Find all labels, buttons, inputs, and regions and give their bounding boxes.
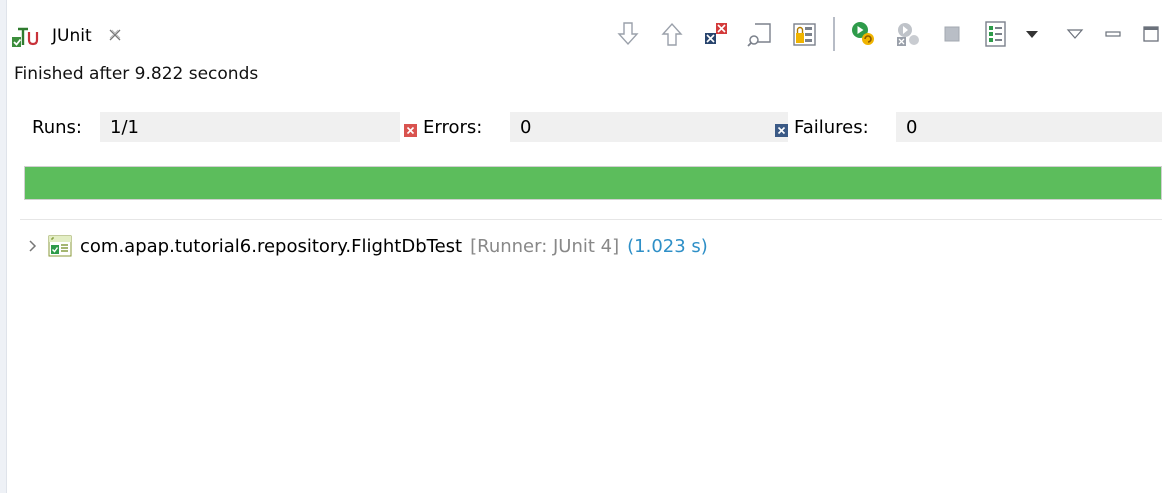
view-menu-icon[interactable]	[1061, 16, 1089, 52]
rerun-test-icon[interactable]	[847, 16, 881, 52]
errors-value: 0	[510, 112, 788, 142]
progress-bar	[24, 166, 1162, 200]
junit-view: JUnit Finished after 9.822 seconds Runs:…	[0, 0, 1175, 493]
runs-label: Runs:	[32, 116, 82, 138]
maximize-icon[interactable]	[1137, 16, 1165, 52]
status-message: Finished after 9.822 seconds	[14, 64, 259, 84]
errors-label: Errors:	[423, 116, 483, 138]
test-run-history-icon[interactable]	[979, 16, 1013, 52]
rerun-failures-first-icon[interactable]	[891, 16, 925, 52]
errors-counter: Errors: 0	[404, 108, 788, 146]
tree-divider	[20, 219, 1162, 220]
view-toolbar	[611, 14, 1165, 54]
chevron-right-icon[interactable]	[26, 236, 40, 256]
test-duration: (1.023 s)	[627, 235, 708, 257]
junit-icon	[10, 22, 44, 50]
runs-value: 1/1	[100, 112, 400, 142]
close-icon[interactable]	[108, 28, 122, 45]
test-class-success-icon	[48, 235, 72, 257]
test-class-name: com.apap.tutorial6.repository.FlightDbTe…	[80, 235, 463, 257]
test-counters: Runs: 1/1 Errors: 0 Failures: 0	[20, 108, 1162, 146]
view-left-border	[0, 0, 7, 493]
error-icon	[404, 122, 417, 137]
show-failures-only-icon[interactable]	[699, 16, 733, 52]
stop-icon[interactable]	[935, 16, 969, 52]
test-tree-item[interactable]: com.apap.tutorial6.repository.FlightDbTe…	[26, 232, 708, 260]
scroll-lock-icon[interactable]	[743, 16, 777, 52]
next-failure-icon[interactable]	[611, 16, 645, 52]
previous-failure-icon[interactable]	[655, 16, 689, 52]
runs-counter: Runs: 1/1	[20, 108, 400, 146]
test-runner-label: [Runner: JUnit 4]	[470, 235, 620, 257]
failure-icon	[775, 122, 788, 137]
minimize-icon[interactable]	[1099, 16, 1127, 52]
failures-label: Failures:	[794, 116, 869, 138]
tab-junit[interactable]: JUnit	[10, 8, 128, 64]
toolbar-separator	[833, 17, 835, 51]
failures-value: 0	[896, 112, 1162, 142]
failures-counter: Failures: 0	[775, 108, 1162, 146]
show-skipped-icon[interactable]	[787, 16, 821, 52]
tab-label: JUnit	[52, 26, 92, 46]
dropdown-arrow-icon[interactable]	[1023, 16, 1041, 52]
progress-fill	[25, 167, 1161, 199]
